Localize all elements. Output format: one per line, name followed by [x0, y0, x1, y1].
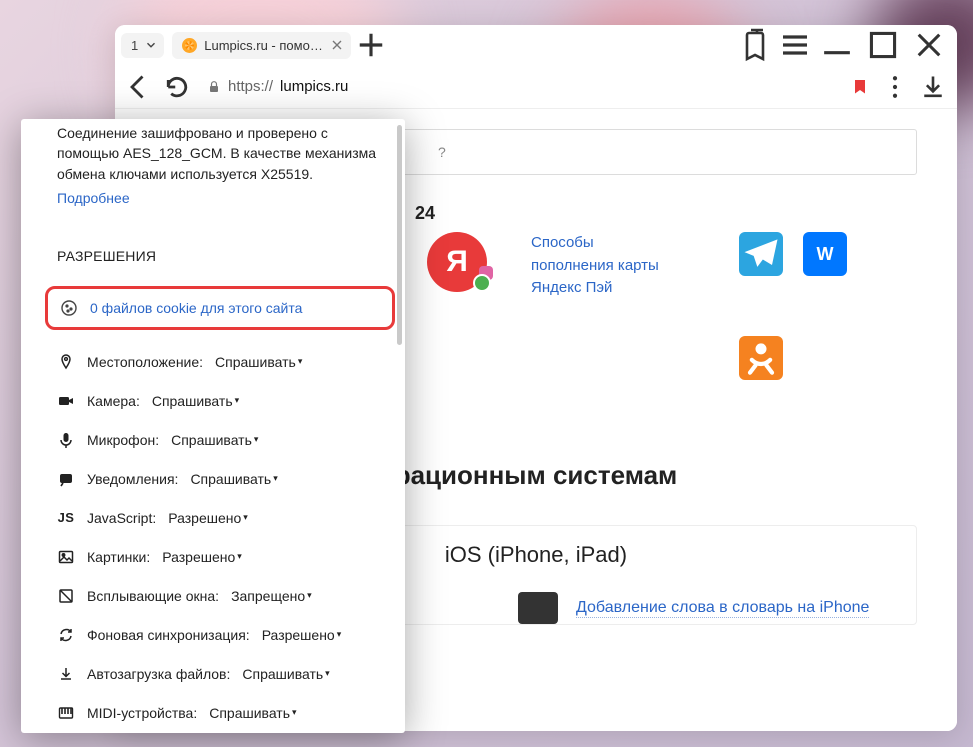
image-icon — [57, 548, 75, 566]
permission-value[interactable]: Спрашивать▾ — [152, 393, 239, 409]
permission-row[interactable]: Всплывающие окна Запрещено▾ — [57, 578, 383, 614]
permission-row[interactable]: Автозагрузка файлов Спрашивать▾ — [57, 656, 383, 692]
page-heading-fragment: 24 — [415, 203, 917, 224]
article-link[interactable]: Способы пополнения карты Яндекс Пэй — [531, 232, 661, 300]
permission-row[interactable]: Местоположение Спрашивать▾ — [57, 344, 383, 380]
downloads-button[interactable] — [919, 73, 947, 101]
permission-label: Уведомления — [87, 471, 178, 487]
sync-icon — [57, 626, 75, 644]
chevron-down-icon: ▾ — [243, 512, 248, 523]
url-scheme: https:// — [228, 78, 273, 95]
permission-value[interactable]: Разрешено▾ — [168, 510, 248, 526]
permission-label: MIDI-устройства — [87, 705, 197, 721]
bell-icon — [57, 470, 75, 488]
tab-count-label: 1 — [127, 38, 142, 53]
camera-icon — [57, 392, 75, 410]
tab-title: Lumpics.ru - помощь с — [204, 38, 324, 53]
bookmarks-icon[interactable] — [739, 27, 775, 63]
browser-tab[interactable]: Lumpics.ru - помощь с — [172, 32, 351, 59]
chevron-down-icon: ▾ — [307, 590, 312, 601]
site-permissions-popup: Соединение зашифровано и проверено с пом… — [21, 119, 405, 733]
cookies-row[interactable]: 0 файлов cookie для этого сайта — [45, 286, 395, 330]
close-button[interactable] — [907, 27, 951, 63]
new-tab-button[interactable] — [353, 27, 389, 63]
permissions-list: Местоположение Спрашивать▾ Камера Спрашиват… — [57, 344, 383, 731]
permission-value[interactable]: Спрашивать▾ — [171, 432, 258, 448]
minimize-button[interactable] — [815, 27, 859, 63]
permission-label: Местоположение — [87, 354, 203, 370]
permission-row[interactable]: MIDI-устройства Спрашивать▾ — [57, 695, 383, 731]
learn-more-link[interactable]: Подробнее — [57, 190, 130, 206]
search-placeholder-fragment: ? — [438, 144, 446, 160]
permission-label: Микрофон — [87, 432, 159, 448]
chevron-down-icon: ▾ — [273, 473, 278, 484]
menu-icon[interactable] — [777, 27, 813, 63]
permission-row[interactable]: Фоновая синхронизация Разрешено▾ — [57, 617, 383, 653]
tab-counter[interactable]: 1 — [121, 33, 164, 58]
bookmark-flag-icon[interactable] — [855, 80, 865, 94]
js-icon: JS — [57, 509, 75, 527]
page-actions-button[interactable] — [881, 73, 909, 101]
permission-label: Камера — [87, 393, 140, 409]
permission-value[interactable]: Спрашивать▾ — [190, 471, 277, 487]
permission-value[interactable]: Разрешено▾ — [162, 549, 242, 565]
permission-value[interactable]: Спрашивать▾ — [242, 666, 329, 682]
permission-row[interactable]: Микрофон Спрашивать▾ — [57, 422, 383, 458]
permission-label: Фоновая синхронизация — [87, 627, 250, 643]
cookie-icon — [60, 299, 78, 317]
chevron-down-icon: ▾ — [292, 707, 297, 718]
permissions-heading: РАЗРЕШЕНИЯ — [57, 248, 383, 264]
chevron-down-icon: ▾ — [237, 551, 242, 562]
article-link[interactable]: Добавление слова в словарь на iPhone — [576, 599, 869, 618]
chevron-down-icon: ▾ — [325, 668, 330, 679]
permission-value[interactable]: Разрешено▾ — [262, 627, 342, 643]
permission-value[interactable]: Запрещено▾ — [231, 588, 312, 604]
chevron-down-icon: ▾ — [254, 434, 259, 445]
cookies-link[interactable]: 0 файлов cookie для этого сайта — [90, 300, 302, 316]
os-section-heading: рационным системам — [395, 460, 678, 491]
site-favicon — [182, 38, 197, 53]
maximize-button[interactable] — [861, 27, 905, 63]
lock-icon — [207, 80, 221, 94]
vk-button[interactable]: W — [803, 232, 847, 276]
permission-row[interactable]: Камера Спрашивать▾ — [57, 383, 383, 419]
yandex-pay-logo: Я — [427, 232, 487, 292]
chevron-down-icon — [144, 38, 158, 52]
tab-close-icon[interactable] — [331, 39, 343, 51]
permission-row[interactable]: Уведомления Спрашивать▾ — [57, 461, 383, 497]
pin-icon — [57, 353, 75, 371]
telegram-button[interactable] — [739, 232, 783, 276]
mic-icon — [57, 431, 75, 449]
address-bar: https:// lumpics.ru — [115, 65, 957, 109]
permission-label: Картинки — [87, 549, 150, 565]
reload-button[interactable] — [163, 73, 191, 101]
midi-icon — [57, 704, 75, 722]
popup-icon — [57, 587, 75, 605]
url-host: lumpics.ru — [280, 78, 348, 95]
address-input[interactable]: https:// lumpics.ru — [201, 72, 871, 102]
permission-label: JavaScript — [87, 510, 156, 526]
chevron-down-icon: ▾ — [298, 356, 303, 367]
scrollbar-thumb[interactable] — [397, 125, 402, 345]
permission-label: Всплывающие окна — [87, 588, 219, 604]
permission-label: Автозагрузка файлов — [87, 666, 230, 682]
back-button[interactable] — [125, 73, 153, 101]
connection-description: Соединение зашифровано и проверено с пом… — [57, 123, 383, 184]
chevron-down-icon: ▾ — [235, 395, 240, 406]
article-thumbnail — [518, 592, 558, 624]
permission-value[interactable]: Спрашивать▾ — [209, 705, 296, 721]
permission-row[interactable]: JS JavaScript Разрешено▾ — [57, 500, 383, 536]
chevron-down-icon: ▾ — [337, 629, 342, 640]
permission-value[interactable]: Спрашивать▾ — [215, 354, 302, 370]
ok-button[interactable] — [739, 336, 783, 380]
tabstrip: 1 Lumpics.ru - помощь с — [115, 25, 957, 65]
permission-row[interactable]: Картинки Разрешено▾ — [57, 539, 383, 575]
download-icon — [57, 665, 75, 683]
